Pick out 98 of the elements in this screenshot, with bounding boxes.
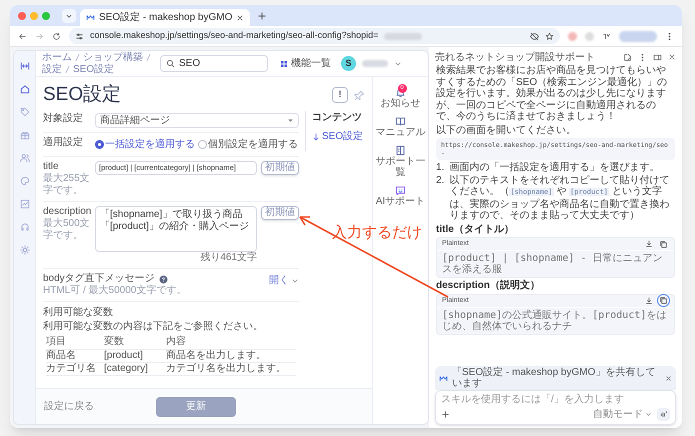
arrow-down-icon (312, 132, 320, 140)
avatar[interactable]: S (341, 56, 356, 71)
table-cell: カテゴリ名を出力します。 (166, 363, 296, 376)
breadcrumb-link[interactable]: ホーム (42, 52, 72, 64)
radio-option[interactable]: 個別設定を適用する (198, 137, 298, 152)
toc-link[interactable]: SEO設定 (312, 129, 365, 144)
list-number: 2. (436, 174, 444, 188)
collapse-icon[interactable] (20, 61, 30, 71)
chevron-down-icon (645, 411, 652, 418)
plus-icon[interactable] (441, 410, 450, 419)
table-cell: 商品名を出力します。 (166, 350, 296, 363)
column-header: 変数 (104, 336, 166, 350)
page-title: SEO設定 (43, 82, 122, 107)
section-note: 利用可能な変数の内容は下記をご参照ください。 (43, 320, 264, 333)
toc-heading: コンテンツ (312, 111, 363, 125)
bell-icon (395, 87, 406, 98)
voice-icon[interactable] (657, 408, 670, 421)
back-icon[interactable] (18, 32, 27, 40)
utility-button[interactable]: マニュアル (374, 116, 428, 138)
snippet-heading: description（説明文） (436, 280, 541, 292)
message-text: 検索結果でお客様にお店や商品を見つけてもらいやすくするための「SEO（検索エンジン最適化）」の設定を行います。効果が出るのは少し先になりますが、一回のコピペで全ページに自動適用されるので、今のうちに済ませておきましょう！ (436, 65, 668, 122)
column-header: 内容 (166, 336, 296, 350)
search-field[interactable]: SEO (160, 55, 268, 72)
table-cell: 商品名 (46, 350, 104, 363)
redacted-text (362, 60, 388, 67)
book-icon (395, 116, 406, 127)
url-text: console.makeshop.jp/settings/seo-and-marketing/seo-all-config?shopid= (90, 29, 378, 42)
copy-icon[interactable] (658, 295, 669, 306)
table-cell: [product] (104, 350, 166, 363)
help-button[interactable]: ! (332, 87, 348, 103)
utility-button[interactable]: AIサポート (374, 185, 428, 207)
reset-button[interactable]: 初期値 (261, 206, 299, 220)
caret-icon (287, 117, 294, 124)
feature-list-button[interactable]: 機能一覧 (280, 56, 331, 71)
table-cell: [category] (104, 363, 166, 376)
close-icon[interactable] (236, 14, 244, 22)
close-icon[interactable] (668, 53, 676, 61)
eye-off-icon[interactable] (530, 32, 539, 40)
expand-toggle[interactable]: 開く (269, 273, 299, 288)
download-icon[interactable] (645, 296, 653, 304)
address-bar[interactable]: console.makeshop.jp/settings/seo-and-marketing/seo-all-config?shopid= (69, 28, 560, 44)
chat-input[interactable]: スキルを使用するには「/」を入力します 自動モード (435, 390, 676, 425)
message-text: 以下の画面を開いてください。 (436, 124, 577, 136)
breadcrumb-current: SEO設定 (73, 64, 114, 76)
code-text: [shopname]の公式通販サイト。[product]をはじめ、自然体でいられるナチ (441, 308, 668, 334)
code-text: [product] | [shopname] - 日常にニュアンスを添える服 (441, 252, 664, 277)
section-heading: 利用可能な変数 (43, 306, 114, 319)
step-text: 画面内の「一括設定を適用する」を選びます。 (449, 162, 660, 174)
panel-icon[interactable] (653, 52, 662, 62)
annotation-text: 入力するだけ (332, 223, 422, 243)
site-logo-icon (439, 374, 448, 382)
site-logo-icon (86, 13, 95, 22)
utility-button[interactable]: サポート一覧 (374, 145, 428, 178)
character-counter: 残り461文字 (200, 252, 257, 264)
browser-tab[interactable]: SEO設定 - makeshop byGMO (80, 9, 250, 26)
extension-icon[interactable] (602, 32, 611, 40)
new-tab-icon[interactable] (257, 10, 268, 20)
field-label: description (43, 206, 91, 218)
tab-list-icon[interactable] (62, 8, 76, 22)
column-header: 項目 (46, 336, 104, 350)
mode-dropdown[interactable]: 自動モード (593, 407, 652, 422)
field-hint: 最大500文字です。 (43, 218, 91, 242)
list-number: 1. (436, 162, 444, 174)
chat-icon (395, 185, 406, 196)
star-icon[interactable] (545, 32, 554, 40)
search-icon (166, 59, 175, 68)
list-icon (395, 145, 406, 156)
download-icon[interactable] (645, 240, 653, 248)
reload-icon[interactable] (52, 32, 61, 40)
back-link[interactable]: 設定に戻る (44, 399, 156, 414)
page-type-dropdown[interactable]: 商品詳細ページ (95, 113, 299, 128)
table-cell: カテゴリ名 (46, 363, 104, 376)
slash-icon (146, 53, 151, 62)
radio-button[interactable] (198, 140, 207, 149)
field-label: title (43, 161, 60, 172)
help-icon[interactable] (158, 274, 168, 284)
radio-button[interactable] (95, 140, 104, 149)
breadcrumb-link[interactable]: 設定 (42, 64, 62, 76)
snippet-heading: title（タイトル） (436, 224, 515, 235)
panel-title: 売れるネットショップ開設サポート (435, 50, 596, 64)
breadcrumb-link[interactable]: ショップ構築 (83, 52, 143, 64)
home-icon[interactable] (20, 84, 30, 94)
description-textarea[interactable]: 「[shopname]」で取り扱う商品「[product]」の紹介・購入ページ (95, 206, 257, 252)
radio-option[interactable]: 一括設定を適用する (95, 137, 195, 152)
field-label: 対象設定 (43, 113, 84, 125)
copy-icon[interactable] (658, 238, 669, 250)
field-label: bodyタグ直下メッセージ (43, 273, 155, 284)
redacted-text (384, 32, 422, 40)
tab-title: SEO設定 - makeshop byGMO (99, 10, 232, 25)
grid-icon (280, 60, 288, 68)
new-chat-icon[interactable] (623, 52, 632, 62)
field-hint: HTML可 / 最大50000文字です。 (43, 285, 186, 297)
shared-page-text: 「SEO設定 - makeshop byGMO」を共有しています (452, 367, 656, 389)
reset-button[interactable]: 初期値 (261, 161, 299, 175)
close-icon[interactable] (665, 374, 672, 382)
field-label: 適用設定 (43, 137, 84, 149)
site-settings-icon[interactable] (75, 32, 84, 40)
field-hint: 最大255文字です。 (43, 173, 91, 197)
